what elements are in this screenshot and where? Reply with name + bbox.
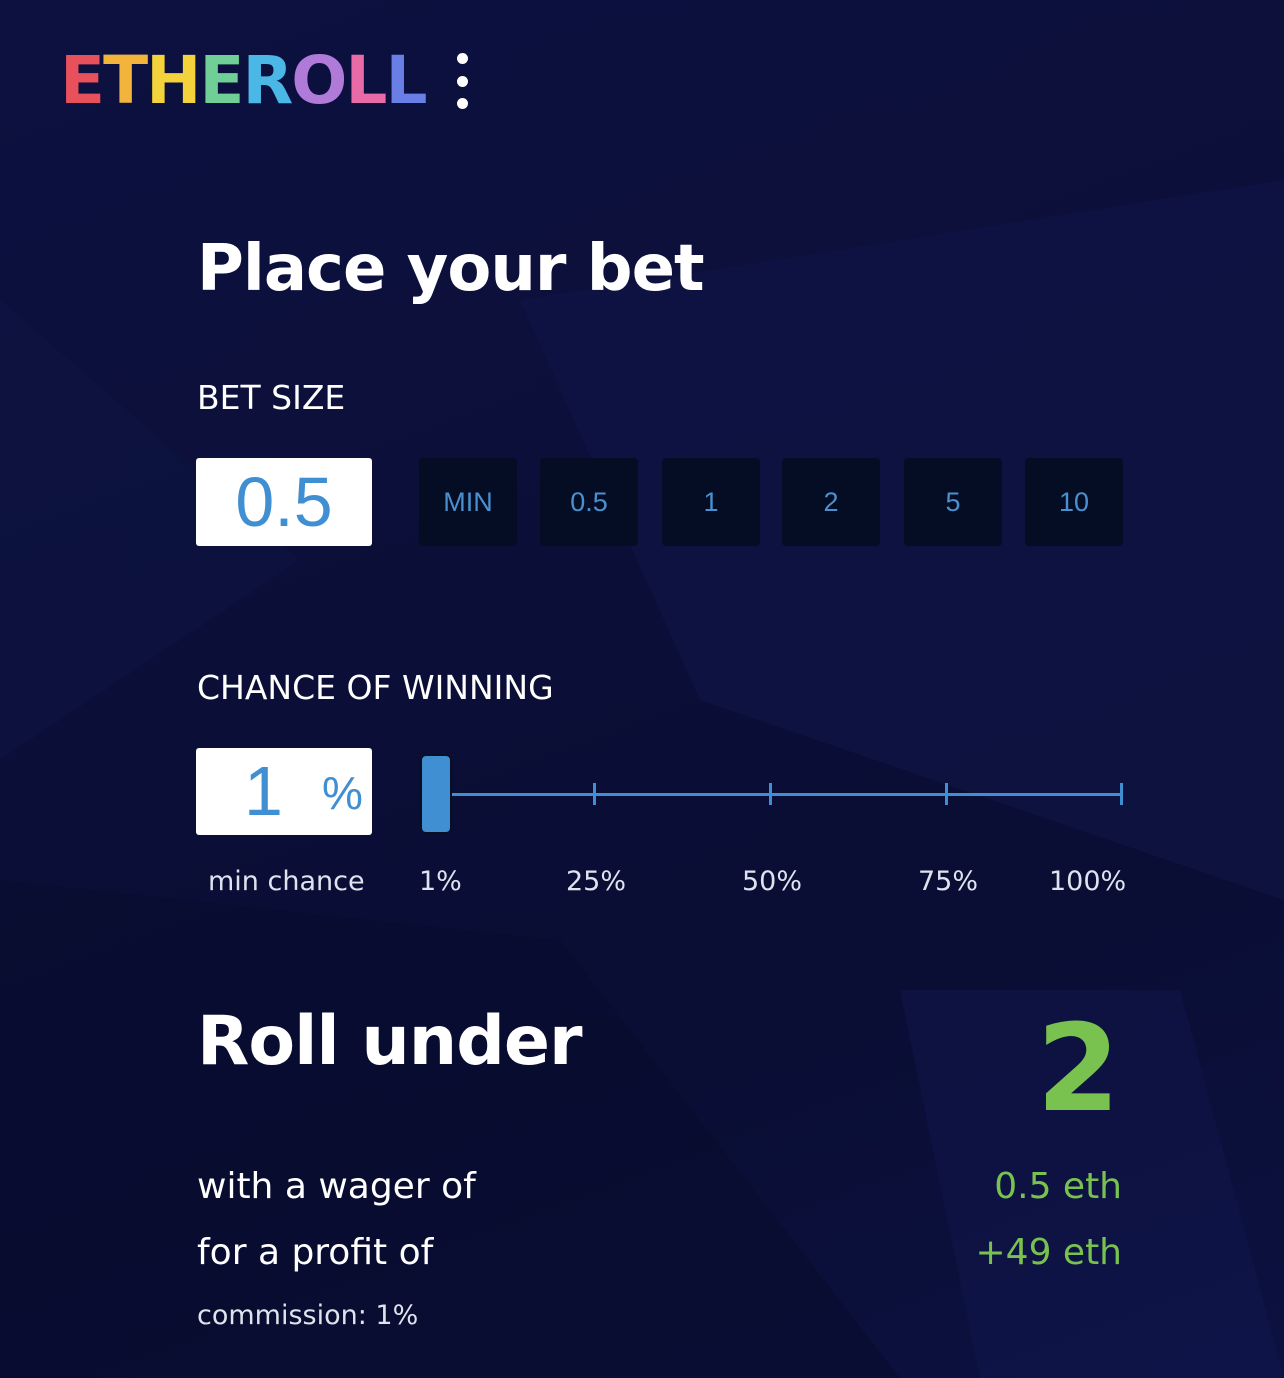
slider-tick-25 [593,783,596,805]
roll-under-number: 2 [1036,1000,1121,1139]
tick-label-75: 75% [918,866,979,897]
chance-label: CHANCE OF WINNING [197,668,554,707]
preset-5-button[interactable]: 5 [904,458,1002,546]
app-header: ETHEROLL [60,48,470,114]
slider-tick-100 [1120,783,1123,805]
wager-value: 0.5 eth [994,1166,1122,1207]
tick-label-1: 1% [419,866,462,897]
preset-2-button[interactable]: 2 [782,458,880,546]
logo-letter: R [242,42,293,119]
page-title: Place your bet [197,232,705,306]
tick-label-50: 50% [742,866,803,897]
preset-0-5-button[interactable]: 0.5 [540,458,638,546]
chance-value[interactable]: 1 [244,750,283,832]
percent-sign: % [322,767,363,819]
etheroll-logo[interactable]: ETHEROLL [60,42,428,119]
commission-note: commission: 1% [197,1300,419,1331]
min-chance-label: min chance [208,866,365,897]
profit-label: for a profit of [197,1232,434,1273]
slider-thumb[interactable] [420,754,452,834]
logo-letter: L [345,42,387,119]
roll-under-heading: Roll under [197,1002,583,1081]
profit-value: +49 eth [975,1232,1123,1273]
preset-10-button[interactable]: 10 [1025,458,1123,546]
logo-letter: E [60,42,105,119]
preset-min-button[interactable]: MIN [419,458,517,546]
slider-tick-50 [769,783,772,805]
wager-label: with a wager of [197,1166,476,1207]
logo-letter: T [103,42,148,119]
slider-track[interactable] [436,793,1122,796]
tick-label-25: 25% [566,866,627,897]
slider-tick-75 [945,783,948,805]
logo-letter: L [385,42,427,119]
bet-size-label: BET SIZE [197,378,346,417]
kebab-menu-icon[interactable] [456,53,470,109]
tick-label-100: 100% [1049,866,1127,897]
chance-input[interactable]: 1 % [196,748,372,835]
logo-letter: H [146,42,201,119]
chance-slider[interactable] [420,752,1128,836]
preset-1-button[interactable]: 1 [662,458,760,546]
bet-size-input[interactable]: 0.5 [196,458,372,546]
logo-letter: E [199,42,244,119]
logo-letter: O [291,42,347,119]
